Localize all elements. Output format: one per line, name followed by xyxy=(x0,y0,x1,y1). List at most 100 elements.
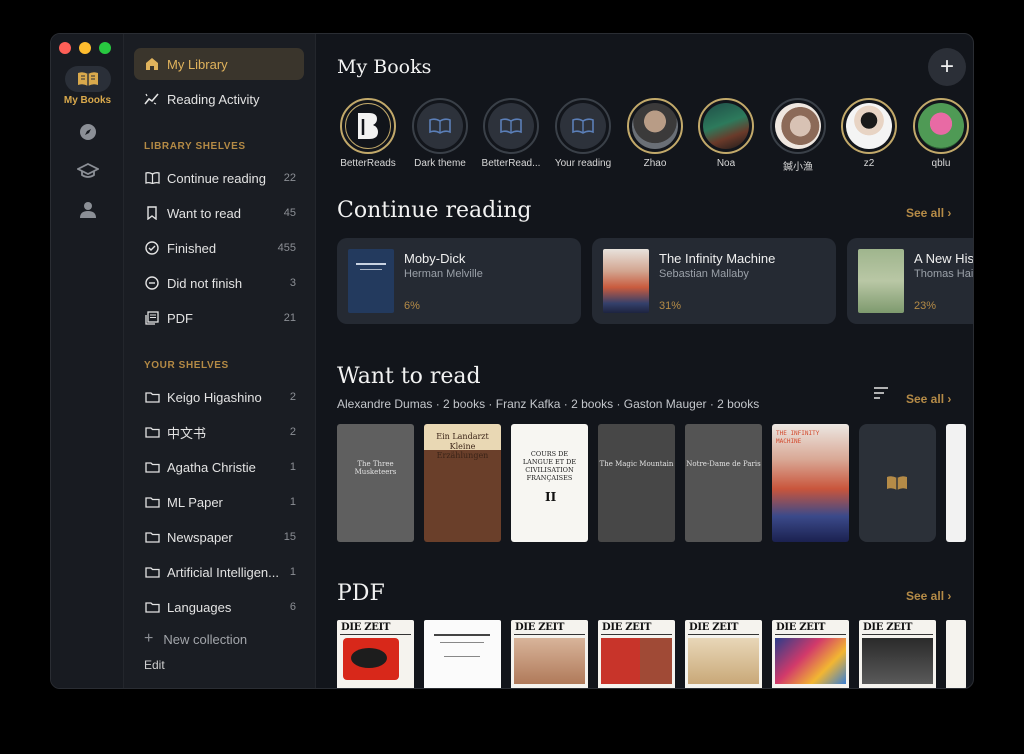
book-cover[interactable]: COURS DE LANGUE ET DE CIVILISATION FRANÇ… xyxy=(511,424,588,542)
book-cover[interactable]: The Magic Mountain xyxy=(598,424,675,542)
pdf-text-line xyxy=(434,634,490,636)
edit-button[interactable]: Edit xyxy=(144,658,165,672)
shelf-label: ML Paper xyxy=(167,494,223,510)
book-title: A New History of Modern Computing xyxy=(914,251,974,266)
pdf-text-line xyxy=(440,642,484,643)
story-ring xyxy=(841,98,897,154)
pdf-thumbnail[interactable] xyxy=(946,620,966,688)
pdf-thumbnail[interactable]: DIE ZEIT xyxy=(859,620,936,688)
open-book-icon xyxy=(417,103,463,149)
shelf-label: 中文书 xyxy=(167,425,207,441)
story-item[interactable]: BetterRead... xyxy=(476,98,546,169)
story-item[interactable]: qblu xyxy=(906,98,973,169)
new-collection-button[interactable]: + New collection xyxy=(144,630,247,648)
shelf-want-to-read[interactable]: Want to read 45 xyxy=(144,202,296,224)
shelf-custom[interactable]: Languages 6 xyxy=(144,596,296,618)
story-ring xyxy=(412,98,468,154)
story-item[interactable]: Dark theme xyxy=(405,98,475,169)
pdf-thumbnail[interactable]: DIE ZEIT xyxy=(598,620,675,688)
see-all-want-link[interactable]: See all › xyxy=(906,392,951,406)
minimize-window-button[interactable] xyxy=(79,42,91,54)
reading-progress: 31% xyxy=(659,300,682,312)
shelf-count: 3 xyxy=(289,277,296,289)
pdf-illustration xyxy=(601,638,672,684)
story-ring xyxy=(340,98,396,154)
continue-card[interactable]: Moby-Dick Herman Melville 6% xyxy=(337,238,581,324)
app-window: My Books My Library Reading Activity LIB… xyxy=(50,33,974,689)
story-ring xyxy=(770,98,826,154)
story-item[interactable]: 鍼小渔 xyxy=(763,98,833,173)
story-item[interactable]: Noa xyxy=(691,98,761,169)
shelf-continue-reading[interactable]: Continue reading 22 xyxy=(144,167,296,189)
sort-icon[interactable] xyxy=(873,386,889,404)
close-window-button[interactable] xyxy=(59,42,71,54)
nav-reading-activity[interactable]: Reading Activity xyxy=(134,83,304,115)
see-all-pdf-link[interactable]: See all › xyxy=(906,589,951,603)
rail-learn[interactable] xyxy=(51,158,124,184)
story-item[interactable]: z2 xyxy=(834,98,904,169)
continue-card[interactable]: The Infinity Machine Sebastian Mallaby 3… xyxy=(592,238,836,324)
book-cover[interactable]: Ein Landarzt Kleine Erzählungen xyxy=(424,424,501,542)
rail-my-books[interactable]: My Books xyxy=(51,66,124,106)
pdf-thumbnail[interactable]: DIE ZEIT xyxy=(337,620,414,688)
betterreads-logo-icon xyxy=(345,103,391,149)
shelf-count: 1 xyxy=(289,496,296,508)
section-title-want: Want to read xyxy=(337,364,481,389)
shelf-label: Continue reading xyxy=(167,170,267,186)
shelf-count: 45 xyxy=(283,207,296,219)
shelf-count: 6 xyxy=(289,601,296,613)
add-book-button[interactable]: + xyxy=(928,48,966,86)
reading-progress: 23% xyxy=(914,300,937,312)
masthead: DIE ZEIT xyxy=(863,622,913,633)
shelf-finished[interactable]: Finished 455 xyxy=(144,237,296,259)
book-cover-title: COURS DE LANGUE ET DE CIVILISATION FRANÇ… xyxy=(522,450,577,483)
continue-card[interactable]: A New History of Modern Computing Thomas… xyxy=(847,238,974,324)
book-cover[interactable]: The Three Musketeers xyxy=(337,424,414,542)
pdf-illustration xyxy=(514,638,585,684)
book-cover[interactable]: Notre-Dame de Paris xyxy=(685,424,762,542)
nav-my-library[interactable]: My Library xyxy=(134,48,304,80)
zoom-window-button[interactable] xyxy=(99,42,111,54)
shelf-custom[interactable]: Newspaper 15 xyxy=(144,526,296,548)
book-cover xyxy=(348,249,394,313)
rail-profile[interactable] xyxy=(51,197,124,223)
minus-circle-icon xyxy=(144,275,160,291)
story-item[interactable]: BetterReads xyxy=(333,98,403,169)
book-cover xyxy=(858,249,904,313)
pdf-thumbnail[interactable]: DIE ZEIT xyxy=(685,620,762,688)
plus-icon: + xyxy=(144,630,154,647)
pdf-illustration xyxy=(351,648,387,668)
shelf-custom[interactable]: Keigo Higashino 2 xyxy=(144,386,296,408)
folder-icon xyxy=(144,494,160,510)
divider xyxy=(601,634,672,635)
masthead: DIE ZEIT xyxy=(341,622,391,633)
book-cover-title: THE INFINITY MACHINE xyxy=(776,430,820,445)
story-item[interactable]: Your reading xyxy=(548,98,618,169)
shelf-count: 2 xyxy=(289,391,296,403)
shelf-custom[interactable]: Artificial Intelligen... 1 xyxy=(144,561,296,583)
pdf-thumbnail[interactable]: DIE ZEIT xyxy=(772,620,849,688)
book-cover[interactable]: THE INFINITY MACHINE xyxy=(772,424,849,542)
icon-rail: My Books xyxy=(51,34,124,688)
shelf-custom[interactable]: 中文书 2 xyxy=(144,421,296,443)
folder-icon xyxy=(144,389,160,405)
shelf-custom[interactable]: ML Paper 1 xyxy=(144,491,296,513)
avatar xyxy=(703,103,749,149)
story-name: Dark theme xyxy=(414,158,466,169)
pdf-thumbnail[interactable]: DIE ZEIT xyxy=(511,620,588,688)
bookmark-icon xyxy=(144,205,160,221)
story-name: BetterRead... xyxy=(481,158,541,169)
book-cover-placeholder[interactable] xyxy=(859,424,936,542)
book-cover[interactable] xyxy=(946,424,966,542)
shelf-label: Agatha Christie xyxy=(167,459,256,475)
shelf-pdf[interactable]: PDF 21 xyxy=(144,307,296,329)
rail-discover[interactable] xyxy=(51,119,124,145)
pdf-thumbnail[interactable] xyxy=(424,620,501,688)
shelf-custom[interactable]: Agatha Christie 1 xyxy=(144,456,296,478)
story-item[interactable]: Zhao xyxy=(620,98,690,169)
your-shelves-title: YOUR SHELVES xyxy=(144,360,229,371)
see-all-continue-link[interactable]: See all › xyxy=(906,206,951,220)
want-subtitle: Alexandre Dumas · 2 books · Franz Kafka … xyxy=(337,397,760,411)
shelf-did-not-finish[interactable]: Did not finish 3 xyxy=(144,272,296,294)
shelf-count: 1 xyxy=(289,461,296,473)
